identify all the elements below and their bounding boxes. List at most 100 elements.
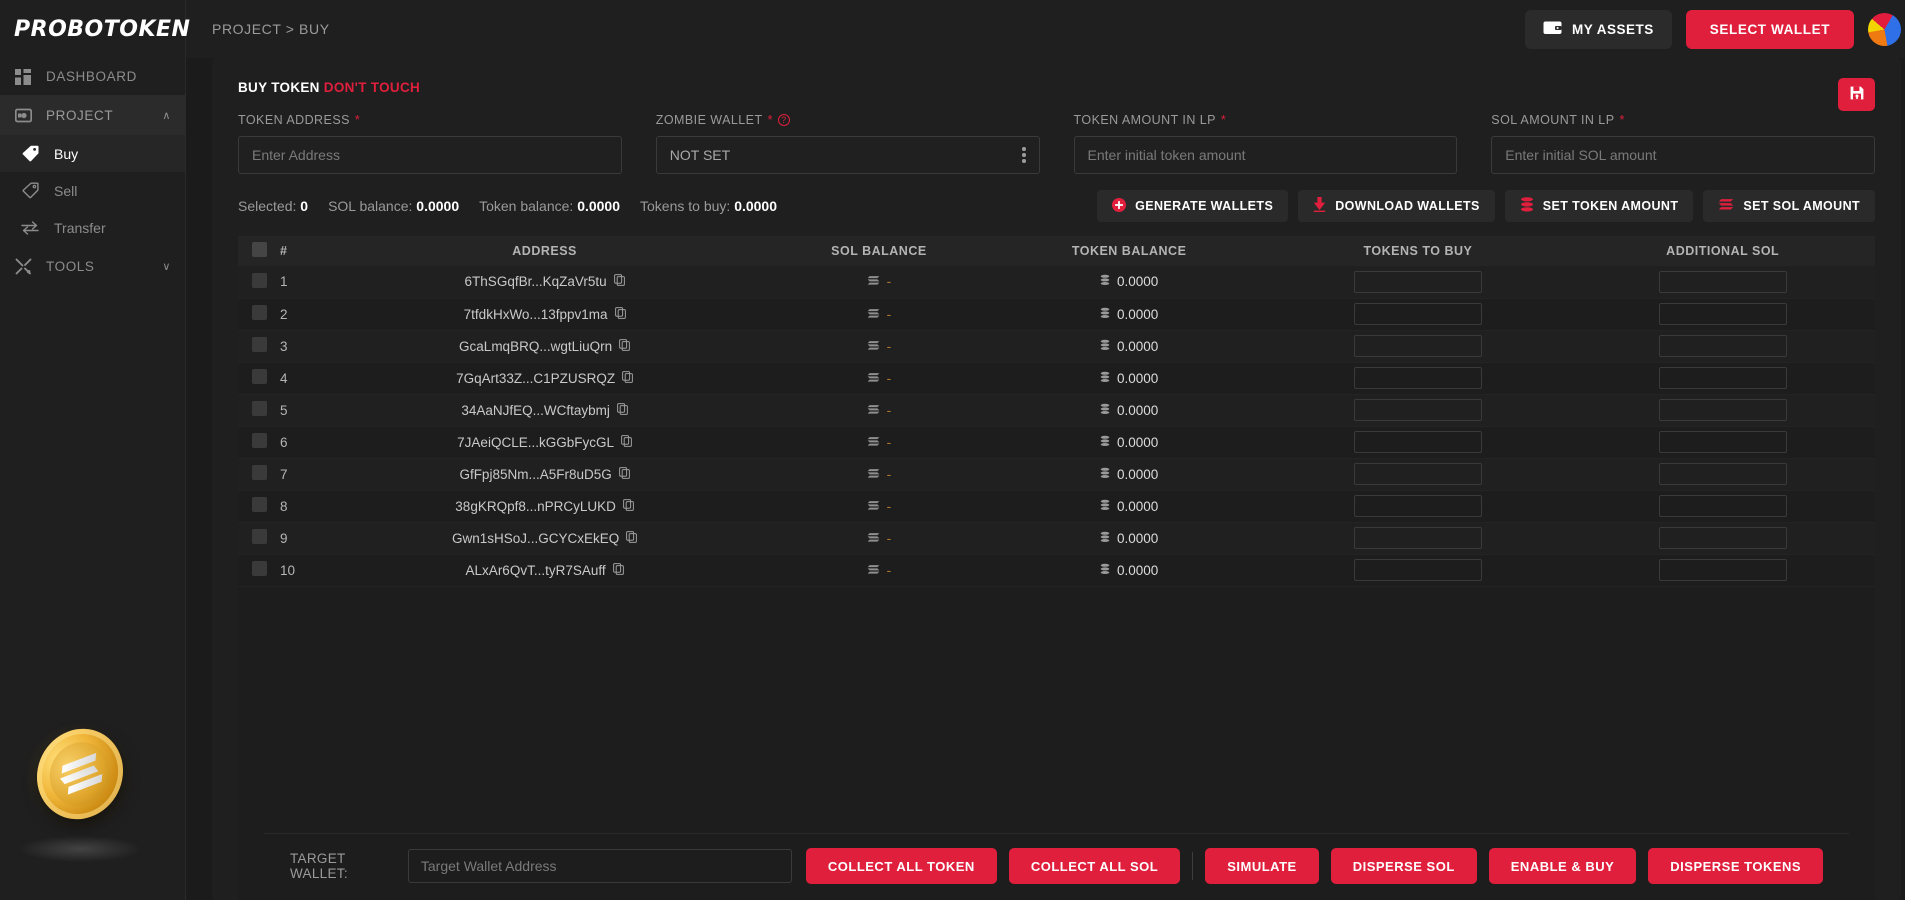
table-row[interactable]: 1 6ThSGqfBr...KqZaVr5tu - 0.0000 [238, 266, 1876, 298]
select-all-checkbox[interactable] [251, 242, 267, 257]
row-additional-sol-cell[interactable] [1570, 458, 1875, 490]
row-tokens-to-buy-input[interactable] [1353, 270, 1482, 293]
row-tokens-to-buy-cell[interactable] [1266, 298, 1571, 330]
row-additional-sol-input[interactable] [1658, 527, 1787, 549]
row-additional-sol-cell[interactable] [1570, 266, 1875, 298]
disperse-tokens-button[interactable]: DISPERSE TOKENS [1648, 848, 1824, 884]
copy-icon[interactable] [612, 562, 624, 578]
enable-and-buy-button[interactable]: ENABLE & BUY [1488, 848, 1637, 884]
simulate-button[interactable]: SIMULATE [1205, 848, 1319, 884]
row-additional-sol-input[interactable] [1658, 270, 1787, 293]
row-additional-sol-cell[interactable] [1570, 490, 1875, 522]
row-checkbox[interactable] [251, 272, 267, 288]
token-amount-lp-input[interactable] [1073, 136, 1458, 174]
copy-icon[interactable] [614, 306, 626, 322]
row-tokens-to-buy-cell[interactable] [1266, 426, 1571, 458]
row-tokens-to-buy-input[interactable] [1353, 527, 1482, 549]
copy-icon[interactable] [619, 338, 631, 354]
row-checkbox-cell[interactable] [238, 298, 280, 330]
copy-icon[interactable] [621, 434, 632, 450]
row-checkbox-cell[interactable] [238, 522, 280, 554]
token-address-input[interactable] [238, 136, 622, 174]
row-additional-sol-input[interactable] [1658, 431, 1787, 453]
row-tokens-to-buy-cell[interactable] [1266, 522, 1571, 554]
header-select-all[interactable] [238, 236, 280, 266]
sidebar-item-dashboard[interactable]: DASHBOARD [0, 58, 185, 95]
row-additional-sol-cell[interactable] [1570, 426, 1875, 458]
avatar[interactable] [1868, 12, 1902, 46]
row-tokens-to-buy-input[interactable] [1353, 463, 1482, 485]
row-additional-sol-input[interactable] [1658, 559, 1787, 581]
zombie-wallet-select[interactable]: NOT SET [655, 136, 1040, 174]
row-additional-sol-input[interactable] [1658, 399, 1787, 421]
row-additional-sol-cell[interactable] [1570, 394, 1875, 426]
row-additional-sol-cell[interactable] [1570, 298, 1875, 330]
sidebar-item-transfer[interactable]: Transfer [0, 209, 185, 246]
table-row[interactable]: 8 38gKRQpf8...nPRCyLUKD - 0.0000 [238, 490, 1876, 522]
copy-icon[interactable] [622, 498, 634, 514]
copy-icon[interactable] [613, 274, 625, 289]
table-row[interactable]: 6 7JAeiQCLE...kGGbFycGL - 0.0000 [238, 426, 1876, 458]
row-checkbox[interactable] [251, 465, 267, 480]
row-tokens-to-buy-input[interactable] [1353, 335, 1482, 357]
row-tokens-to-buy-cell[interactable] [1266, 266, 1571, 298]
row-additional-sol-cell[interactable] [1570, 522, 1875, 554]
sidebar-item-project[interactable]: PROJECT ∧ [0, 95, 185, 135]
copy-icon[interactable] [616, 402, 628, 418]
row-additional-sol-cell[interactable] [1570, 362, 1875, 394]
kebab-menu-icon[interactable] [1022, 147, 1026, 163]
row-checkbox-cell[interactable] [238, 266, 280, 298]
table-row[interactable]: 10 ALxAr6QvT...tyR7SAuff - 0.0000 [238, 554, 1876, 586]
row-checkbox[interactable] [251, 369, 267, 384]
row-tokens-to-buy-input[interactable] [1353, 495, 1482, 517]
set-token-amount-button[interactable]: SET TOKEN AMOUNT [1504, 190, 1694, 222]
set-sol-amount-button[interactable]: SET SOL AMOUNT [1703, 190, 1876, 222]
row-tokens-to-buy-cell[interactable] [1266, 458, 1571, 490]
row-additional-sol-input[interactable] [1658, 463, 1787, 485]
sol-amount-lp-input[interactable] [1491, 136, 1876, 174]
sidebar-item-sell[interactable]: Sell [0, 172, 185, 209]
row-checkbox-cell[interactable] [238, 426, 280, 458]
app-logo[interactable]: PROBOTOKEN [0, 0, 190, 58]
row-tokens-to-buy-input[interactable] [1353, 399, 1482, 421]
row-additional-sol-input[interactable] [1658, 495, 1787, 517]
row-checkbox-cell[interactable] [238, 394, 280, 426]
collect-all-sol-button[interactable]: COLLECT ALL SOL [1008, 848, 1181, 884]
download-wallets-button[interactable]: DOWNLOAD WALLETS [1298, 190, 1495, 222]
row-tokens-to-buy-input[interactable] [1353, 303, 1482, 325]
help-circle-icon[interactable]: ? [777, 114, 790, 126]
row-tokens-to-buy-cell[interactable] [1266, 394, 1571, 426]
row-additional-sol-cell[interactable] [1570, 330, 1875, 362]
copy-icon[interactable] [622, 370, 634, 386]
row-checkbox[interactable] [251, 401, 267, 416]
table-row[interactable]: 2 7tfdkHxWo...13fppv1ma - 0.0000 [238, 298, 1876, 330]
row-tokens-to-buy-input[interactable] [1353, 367, 1482, 389]
row-checkbox-cell[interactable] [238, 554, 280, 586]
copy-icon[interactable] [626, 530, 638, 546]
copy-icon[interactable] [618, 466, 630, 482]
row-checkbox-cell[interactable] [238, 330, 280, 362]
row-additional-sol-input[interactable] [1658, 335, 1787, 357]
table-row[interactable]: 4 7GqArt33Z...C1PZUSRQZ - 0.0000 [238, 362, 1876, 394]
row-checkbox[interactable] [251, 433, 267, 448]
generate-wallets-button[interactable]: GENERATE WALLETS [1097, 190, 1289, 222]
target-wallet-input[interactable] [407, 849, 792, 883]
row-additional-sol-input[interactable] [1658, 303, 1787, 325]
row-tokens-to-buy-cell[interactable] [1266, 362, 1571, 394]
table-row[interactable]: 5 34AaNJfEQ...WCftaybmj - 0.0000 [238, 394, 1876, 426]
select-wallet-button[interactable]: SELECT WALLET [1685, 9, 1855, 49]
row-tokens-to-buy-cell[interactable] [1266, 330, 1571, 362]
row-checkbox[interactable] [251, 529, 267, 544]
row-tokens-to-buy-input[interactable] [1353, 431, 1482, 453]
breadcrumb[interactable]: PROJECT > BUY [212, 21, 330, 37]
row-tokens-to-buy-cell[interactable] [1266, 554, 1571, 586]
table-row[interactable]: 7 GfFpj85Nm...A5Fr8uD5G - 0.0000 [238, 458, 1876, 490]
row-tokens-to-buy-cell[interactable] [1266, 490, 1571, 522]
row-checkbox-cell[interactable] [238, 458, 280, 490]
row-checkbox[interactable] [251, 337, 267, 352]
row-checkbox[interactable] [251, 305, 267, 320]
sidebar-item-buy[interactable]: Buy [0, 135, 185, 172]
table-row[interactable]: 9 Gwn1sHSoJ...GCYCxEkEQ - 0.0000 [238, 522, 1876, 554]
row-checkbox-cell[interactable] [238, 362, 280, 394]
sidebar-item-tools[interactable]: TOOLS ∨ [0, 246, 185, 286]
